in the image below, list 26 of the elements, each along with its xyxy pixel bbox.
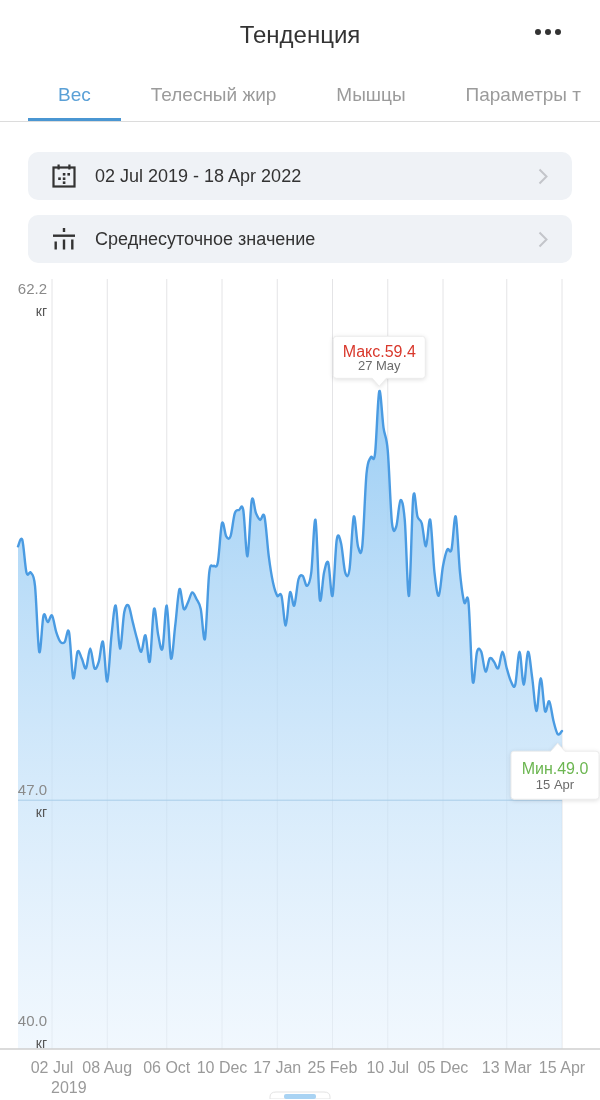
tooltip-label: Макс.59.4 27 May xyxy=(342,342,416,374)
x-axis-label: 17 Jan xyxy=(253,1058,302,1076)
tab[interactable]: Вес xyxy=(28,70,121,121)
x-axis-label: 10 Dec xyxy=(196,1058,248,1076)
tab[interactable]: Мышцы xyxy=(306,70,436,121)
tooltip-label: Мин.49.0 15 Apr xyxy=(521,760,589,793)
x-axis-label: 10 Jul xyxy=(366,1058,410,1076)
x-axis-label: 06 Oct xyxy=(143,1058,191,1076)
x-axis-label: 25 Feb xyxy=(307,1058,358,1076)
x-axis-label: 15 Apr xyxy=(538,1058,586,1076)
page-title: Тенденция xyxy=(239,20,361,50)
x-axis-label: 05 Dec xyxy=(417,1058,469,1076)
handle-icon[interactable] xyxy=(269,1091,331,1099)
aggregation-selector[interactable]: Среднесуточное значение xyxy=(28,215,572,263)
tab[interactable]: Телесный жир xyxy=(120,70,307,121)
chevron-right-icon xyxy=(538,167,548,185)
y-axis-label: 47.0 кг xyxy=(17,780,47,821)
tab[interactable]: Параметры т xyxy=(435,70,600,121)
more-icon[interactable] xyxy=(535,29,561,35)
date-range-selector[interactable]: 02 Jul 2019 - 18 Apr 2022 xyxy=(28,152,572,200)
x-axis-label: 13 Mar xyxy=(481,1058,532,1076)
y-axis-label: 62.2 кг xyxy=(17,279,47,319)
calendar-icon xyxy=(52,164,76,188)
bars-icon xyxy=(52,227,76,251)
y-axis-label: 40.0 кг xyxy=(17,1011,47,1051)
chevron-right-icon xyxy=(538,230,548,248)
